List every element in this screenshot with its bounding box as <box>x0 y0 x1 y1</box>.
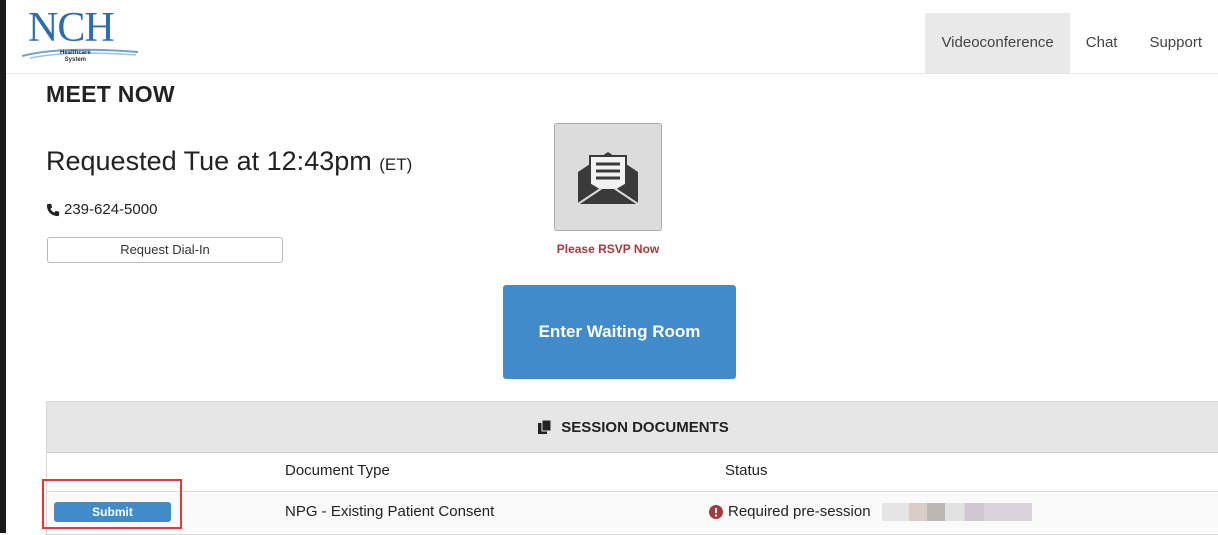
session-documents-panel: SESSION DOCUMENTS Document Type Status S… <box>46 401 1218 535</box>
submit-highlight <box>42 479 182 529</box>
logo-subtitle: Healthcare System <box>60 50 91 63</box>
request-dial-in-button[interactable]: Request Dial-In <box>47 237 283 263</box>
phone-number: 239-624-5000 <box>64 201 158 218</box>
redacted-text <box>881 503 1032 521</box>
rsvp-button[interactable] <box>554 123 662 231</box>
document-type-cell: NPG - Existing Patient Consent <box>285 503 495 520</box>
logo-text: NCH <box>28 5 115 51</box>
top-nav: Videoconference Chat Support <box>925 13 1218 73</box>
timezone-label: (ET) <box>379 155 413 174</box>
rsvp-label[interactable]: Please RSVP Now <box>540 242 676 256</box>
column-status: Status <box>725 462 768 479</box>
nav-chat[interactable]: Chat <box>1070 13 1134 73</box>
table-row: Submit NPG - Existing Patient Consent Re… <box>47 491 1218 532</box>
status-text: Required pre-session <box>728 503 871 520</box>
window-edge <box>0 0 6 533</box>
page-title: MEET NOW <box>46 81 175 107</box>
phone-icon <box>46 203 60 216</box>
session-documents-header: SESSION DOCUMENTS <box>47 402 1218 453</box>
nch-logo[interactable]: NCH Healthcare System <box>20 5 140 68</box>
nav-videoconference[interactable]: Videoconference <box>925 13 1070 73</box>
requested-time: Requested Tue at 12:43pm (ET) <box>46 146 412 177</box>
dial-in-phone: 239-624-5000 <box>46 201 157 218</box>
requested-text: Requested Tue at 12:43pm <box>46 146 372 176</box>
column-document-type: Document Type <box>285 462 390 479</box>
documents-icon <box>538 419 552 434</box>
alert-icon <box>709 505 723 519</box>
status-cell: Required pre-session <box>709 492 1032 532</box>
envelope-icon <box>577 152 639 205</box>
nav-support[interactable]: Support <box>1133 13 1218 73</box>
session-documents-title: SESSION DOCUMENTS <box>561 418 729 436</box>
enter-waiting-room-button[interactable]: Enter Waiting Room <box>503 285 736 379</box>
top-header: NCH Healthcare System Videoconference Ch… <box>6 0 1218 74</box>
